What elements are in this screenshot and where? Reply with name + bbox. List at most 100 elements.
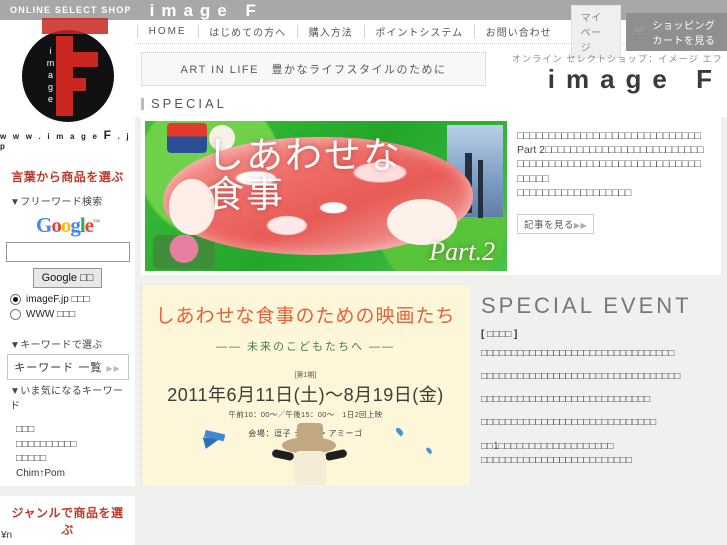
top-bar-logo: image F [149,0,263,20]
sidebar-search-section: 言葉から商品を選ぶ ▼フリーワード検索 Google™ Google □□ im… [0,160,135,322]
page-title: SPECIAL [151,96,227,111]
banner-title-line-1: しあわせな [207,134,402,177]
keyword-subheading: ▼キーワードで選ぶ [10,340,103,351]
genre-section-heading: ジャンルで商品を選ぶ [11,506,124,537]
event-footnote-line: □□□□□□□□□□□□□□□□□□□□□□□□□ [481,454,633,466]
nav-cart-label: ショッピングカートを見る [652,20,716,47]
special-event-bracket-label: [ □□□□ ] [481,329,518,340]
list-item[interactable]: □□□□□ [16,452,119,467]
radio-scope-www[interactable]: WWW □□□ [6,307,129,322]
nav-first-time[interactable]: はじめての方へ [198,24,297,39]
logo-vertical-text: image [45,46,56,106]
read-article-label: 記事を見る [524,219,575,231]
nav-mypage-button[interactable]: マイページ [570,5,622,58]
tagline-row: ART IN LIFE 豊かなライフスタイルのために オンライン セレクトショッ… [135,44,727,92]
water-drop-icon [425,446,433,455]
banner-description-line: □□□□□□□□□□□□□□□□□□□□□□□□□□□□□ [517,130,701,142]
radio-button-icon-imagef[interactable] [10,294,21,305]
google-search-button[interactable]: Google □□ [32,268,103,288]
logo-f-stem [55,36,73,116]
list-item[interactable]: Chim↑Pom [16,467,119,482]
poster-time: 午前10：00〜／午後15：00〜 1日2回上映 [228,410,383,419]
top-bar-tagline: ONLINE SELECT SHOP [10,5,132,15]
sidebar: image w w w . i m a g e F . j p 言葉から商品を選… [0,18,135,545]
nav-contact[interactable]: お問い合わせ [475,24,563,39]
special-event-text: SPECIAL EVENT [ □□□□ ] □□□□□□□□□□□□□□□□□… [469,285,721,485]
search-input[interactable] [6,242,130,262]
nav-cart-button[interactable]: 🛒 ショッピングカートを見る [626,12,727,51]
keyword-list-arrows-icon: ▶▶ [106,364,121,373]
search-section-heading: 言葉から商品を選ぶ [11,170,124,184]
banner-toy-decoration [167,123,207,153]
banner-description-line: Part 2□□□□□□□□□□□□□□□□□□□□□□□□□ [517,144,704,157]
poster-figure-body [294,451,326,485]
nav-point-system[interactable]: ポイントシステム [364,24,474,39]
event-paragraph-line: □□□□□□□□□□□□□□□□□□□□□□□□□□□□□□□□ [481,348,675,359]
keyword-list-button[interactable]: キーワード 一覧 ▶▶ [6,354,129,380]
logo-f-top-arm [55,52,98,67]
google-logo-icon: Google™ [6,211,129,242]
google-trademark: ™ [93,218,100,226]
airplane-icon [202,433,222,449]
logo-mark-icon: image [21,18,114,122]
freeword-subheading: ▼フリーワード検索 [10,197,103,208]
nav-how-to-buy[interactable]: 購入方法 [298,24,364,39]
radio-label-www: WWW □□□ [26,309,76,320]
event-footnote-line: □□1□□□□□□□□□□□□□□□□□□□ [481,441,614,452]
google-letter-e: e [84,213,94,237]
sidebar-keyword-section: ▼キーワードで選ぶ キーワード 一覧 ▶▶ ▼いま気になるキーワード □□□ □… [0,334,135,486]
special-event-row: しあわせな食事のための映画たち —— 未来のこどもたちへ —— [第1期] 20… [141,285,721,485]
trending-keyword-subheading: ▼いま気になるキーワード [10,386,124,412]
list-item[interactable]: □□□□□□□□□□ [16,438,119,453]
site-logo[interactable]: image w w w . i m a g e F . j p [0,18,135,160]
read-article-arrows-icon: ▶▶ [574,220,588,230]
main-navigation: HOME はじめての方へ 購入方法 ポイントシステム お問い合わせ マイページ … [135,5,727,58]
section-marker [141,97,144,110]
banner-description-line: □□□□□ [517,172,549,185]
banner-part-label: Part.2 [429,237,495,266]
logo-scratch-decoration [41,18,108,34]
poster-date: 2011年6月11日(土)〜8月19日(金) [167,385,444,405]
brand-block: オンライン セレクトショップ：イメージ エフ image F [486,52,727,92]
sidebar-genre-section: ジャンルで商品を選ぶ ¥n DVD [0,496,135,545]
poster-title: しあわせな食事のための映画たち [155,305,456,327]
special-banner-description: □□□□□□□□□□□□□□□□□□□□□□□□□□□□□ Part 2□□□□… [507,121,717,271]
keyword-list-button-label: キーワード 一覧 [14,362,103,374]
google-letter-g1: G [35,213,52,237]
poster-subtitle: —— 未来のこどもたちへ —— [215,341,396,353]
read-article-button[interactable]: 記事を見る▶▶ [517,213,595,234]
event-poster-image[interactable]: しあわせな食事のための映画たち —— 未来のこどもたちへ —— [第1期] 20… [141,285,469,485]
google-letter-o1: o [51,213,61,237]
page-body: image w w w . i m a g e F . j p 言葉から商品を選… [0,5,727,545]
poster-term: [第1期] [294,372,317,379]
radio-label-imagef: imageF.jp □□□ [26,294,90,305]
special-banner-image[interactable]: しあわせな 食事 Part.2 [145,121,507,271]
brand-wordmark: image F [547,64,723,94]
special-banner-card: しあわせな 食事 Part.2 □□□□□□□□□□□□□□□□□□□□□□□□… [141,117,721,275]
radio-button-icon-www[interactable] [10,309,21,320]
banner-title: しあわせな 食事 [207,134,402,216]
logo-f-mid-arm [55,78,86,91]
banner-description-line: □□□□□□□□□□□□□□□□□□□□□□□□□□□□□ [517,158,701,171]
main-content: HOME はじめての方へ 購入方法 ポイントシステム お問い合わせ マイページ … [135,5,727,545]
trending-keyword-list: □□□ □□□□□□□□□□ □□□□□ Chim↑Pom [12,418,123,486]
logo-url: w w w . i m a g e F . j p [0,128,135,151]
google-letter-o2: o [60,213,71,237]
event-paragraph-line: □□□□□□□□□□□□□□□□□□□□□□□□□□□□ [481,394,651,405]
event-paragraph-line: □□□□□□□□□□□□□□□□□□□□□□□□□□□□□ [481,417,657,428]
radio-scope-imagef[interactable]: imageF.jp □□□ [6,292,129,307]
banner-title-line-2: 食事 [207,172,285,216]
stray-text: ¥n [1,530,13,541]
banner-description-line: □□□□□□□□□□□□□□□□□□ [517,186,632,199]
event-paragraph-line: □□□□□□□□□□□□□□□□□□□□□□□□□□□□□□□□□ [481,371,681,382]
nav-home[interactable]: HOME [138,26,198,37]
logo-url-prefix: w w w . i m a g e [0,132,104,141]
sidebar-divider-1 [0,486,135,496]
list-item[interactable]: □□□ [16,423,119,438]
cart-icon: 🛒 [634,25,648,37]
google-letter-g2: g [70,213,80,237]
banner-flower-decoration [153,235,215,269]
tagline-box: ART IN LIFE 豊かなライフスタイルのために [141,52,486,86]
special-event-title: SPECIAL EVENT [481,293,692,318]
